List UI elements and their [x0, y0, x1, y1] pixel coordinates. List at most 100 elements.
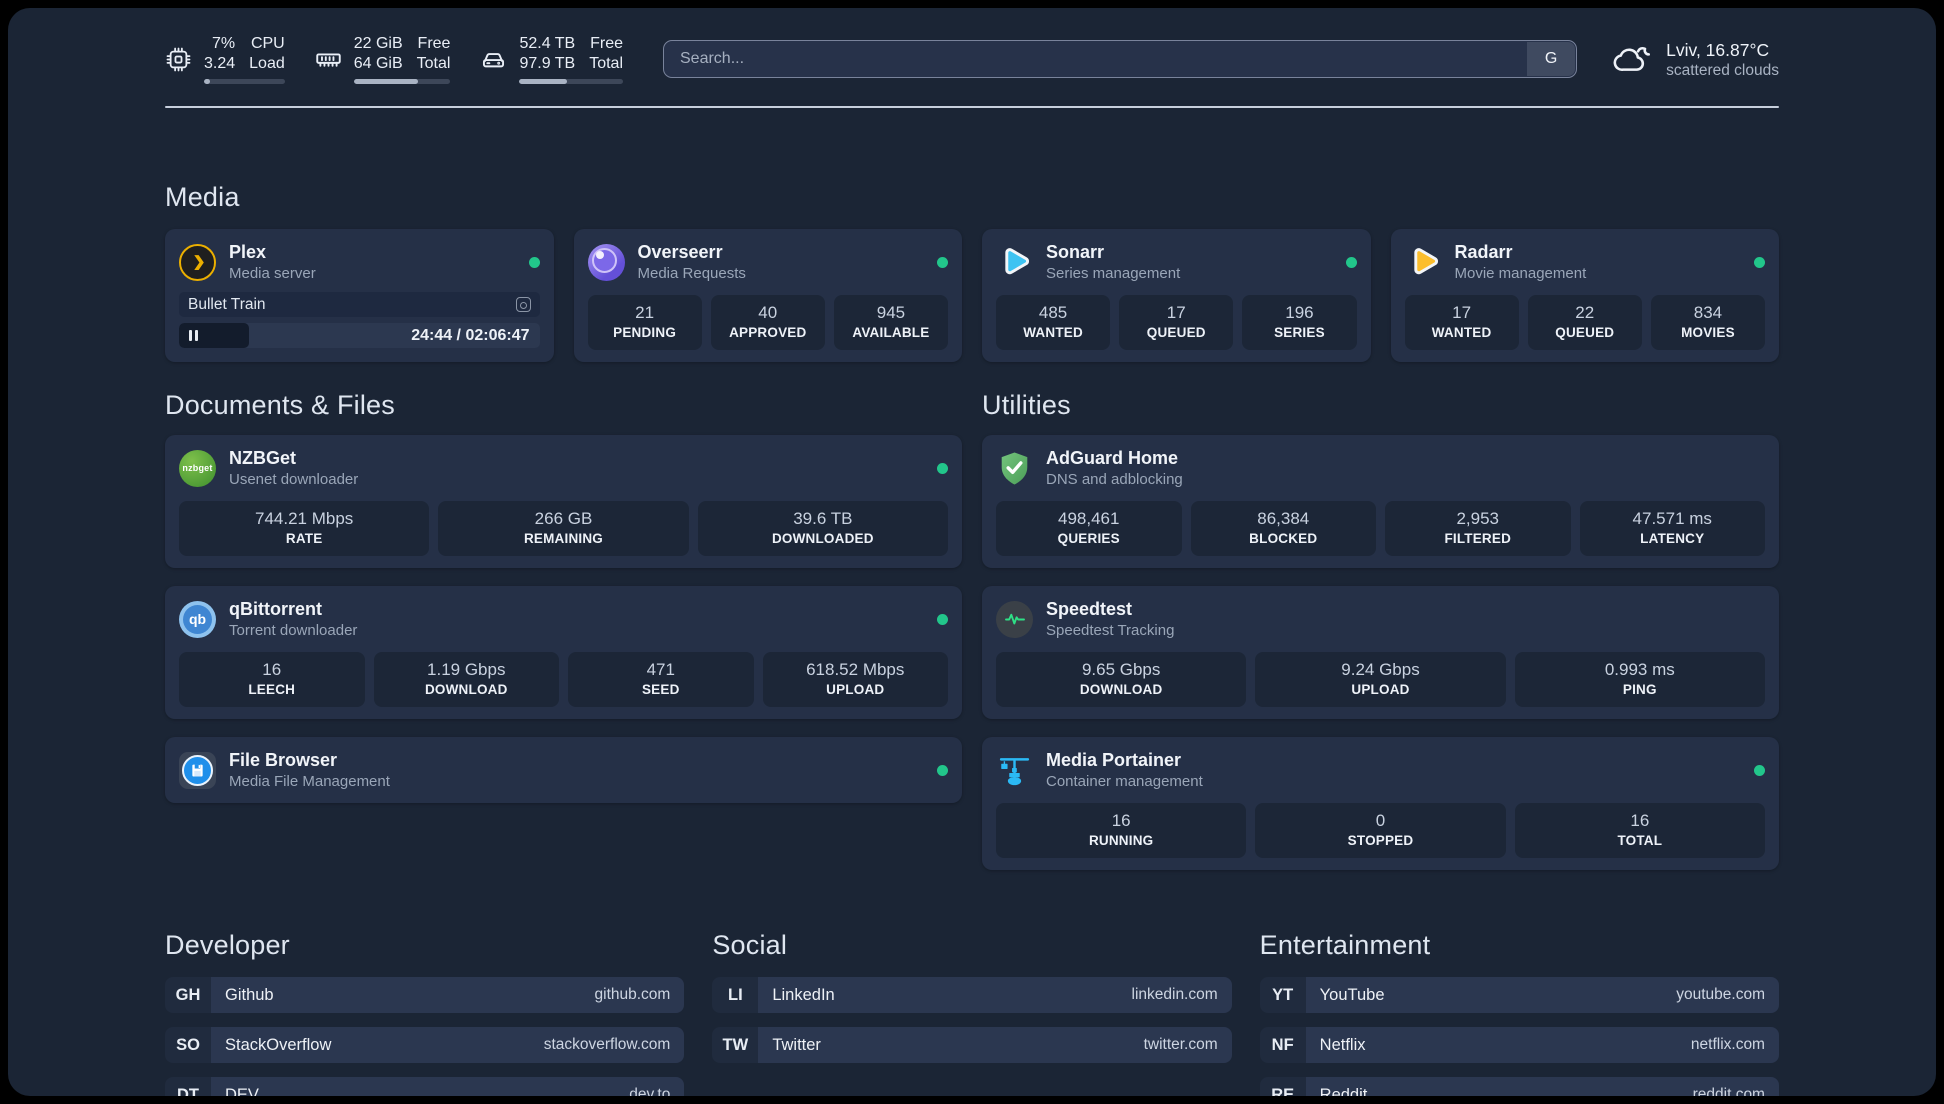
stat-wanted: 17 WANTED	[1404, 295, 1519, 350]
card-filebrowser[interactable]: File Browser Media File Management	[165, 737, 962, 803]
stat-seed: 471 SEED	[568, 652, 754, 707]
stat-ping: 0.993 ms PING	[1514, 652, 1765, 707]
cpu-widget: 7% 3.24 CPU Load	[165, 34, 285, 84]
card-portainer[interactable]: Media Portainer Container management 16 R…	[982, 737, 1779, 870]
bookmark-name: Twitter	[772, 1035, 821, 1054]
stat-queued: 17 QUEUED	[1119, 295, 1234, 350]
card-qbittorrent[interactable]: qb qBittorrent Torrent downloader 16 LEEC…	[165, 586, 962, 719]
plex-icon	[179, 243, 216, 281]
filebrowser-icon	[179, 751, 216, 789]
section-title-utilities: Utilities	[982, 390, 1071, 420]
resource-monitors: 7% 3.24 CPU Load 22 GiB 64 GiB Free Tota…	[165, 34, 623, 84]
search-bar: G	[663, 40, 1578, 78]
stat-upload: 618.52 Mbps UPLOAD	[762, 652, 948, 707]
bookmark-abbr: TW	[712, 1027, 759, 1063]
cpu-labels: CPU Load	[249, 35, 285, 72]
card-nzbget[interactable]: nzbget NZBGet Usenet downloader 744.21 M…	[165, 435, 962, 568]
status-dot	[937, 764, 948, 776]
stat-movies: 834 MOVIES	[1650, 295, 1766, 350]
bookmark-url: netflix.com	[1690, 1036, 1765, 1053]
card-title: Speedtest	[1046, 599, 1133, 619]
bookmark-url: dev.to	[629, 1086, 671, 1096]
disk-progress-bar	[519, 79, 623, 84]
disk-widget: 52.4 TB 97.9 TB Free Total	[480, 34, 623, 84]
speedtest-icon	[996, 600, 1033, 638]
bookmark-name: StackOverflow	[225, 1035, 332, 1054]
stat-queued: 22 QUEUED	[1527, 295, 1642, 350]
search-input[interactable]	[663, 40, 1578, 78]
bookmark-abbr: NF	[1259, 1027, 1306, 1063]
section-title-entertainment: Entertainment	[1259, 930, 1431, 960]
card-subtitle: Torrent downloader	[229, 622, 358, 639]
cpu-values: 7% 3.24	[204, 35, 236, 72]
now-playing-row: Bullet Train	[179, 292, 540, 317]
stat-blocked: 86,384 BLOCKED	[1190, 501, 1376, 556]
card-title: Plex	[229, 242, 267, 262]
section-title-documents: Documents & Files	[165, 390, 395, 420]
section-title-developer: Developer	[165, 930, 290, 960]
bookmark-linkedin[interactable]: LI LinkedIn linkedin.com	[712, 977, 1232, 1013]
bookmark-github[interactable]: GH Github github.com	[165, 977, 685, 1013]
section-media: Media Plex Media server Bullet Train 24:…	[165, 182, 1779, 362]
bookmark-url: youtube.com	[1676, 986, 1765, 1003]
bookmark-url: github.com	[594, 986, 671, 1003]
bookmark-netflix[interactable]: NF Netflix netflix.com	[1259, 1027, 1779, 1063]
bookmark-name: Github	[225, 985, 274, 1004]
card-speedtest[interactable]: Speedtest Speedtest Tracking 9.65 Gbps DO…	[982, 586, 1779, 719]
stat-wanted: 485 WANTED	[996, 295, 1111, 350]
bookmark-abbr: GH	[165, 977, 211, 1013]
top-bar: 7% 3.24 CPU Load 22 GiB 64 GiB Free Tota…	[165, 34, 1779, 84]
cpu-icon	[166, 47, 191, 71]
search-engine-button[interactable]: G	[1527, 42, 1576, 76]
card-subtitle: Speedtest Tracking	[1046, 622, 1175, 639]
portainer-icon	[996, 752, 1033, 789]
status-dot	[1754, 764, 1765, 776]
card-title: AdGuard Home	[1046, 448, 1179, 468]
card-subtitle: Media server	[229, 265, 316, 282]
weather-condition: scattered clouds	[1666, 61, 1779, 79]
bookmark-abbr: LI	[712, 977, 759, 1013]
card-adguard[interactable]: AdGuard Home DNS and adblocking 498,461 Q…	[982, 435, 1779, 568]
memory-values: 22 GiB 64 GiB	[353, 35, 403, 72]
section-title-social: Social	[712, 930, 788, 960]
cpu-progress-bar	[204, 79, 285, 84]
stat-approved: 40 APPROVED	[710, 295, 825, 350]
bookmark-youtube[interactable]: YT YouTube youtube.com	[1259, 977, 1779, 1013]
bookmark-abbr: DT	[165, 1077, 211, 1096]
bookmark-stackoverflow[interactable]: SO StackOverflow stackoverflow.com	[165, 1027, 685, 1063]
card-title: NZBGet	[229, 448, 296, 468]
playback-progress-bar: 24:44 / 02:06:47	[179, 323, 540, 348]
weather-widget: Lviv, 16.87°C scattered clouds	[1613, 39, 1779, 80]
bookmark-dev[interactable]: DT DEV dev.to	[165, 1077, 685, 1097]
bookmark-twitter[interactable]: TW Twitter twitter.com	[712, 1027, 1232, 1063]
memory-progress-bar	[353, 79, 451, 84]
bookmark-abbr: RE	[1259, 1077, 1306, 1096]
bookmark-reddit[interactable]: RE Reddit reddit.com	[1259, 1077, 1779, 1096]
card-subtitle: Usenet downloader	[229, 471, 359, 488]
stat-pending: 21 PENDING	[587, 295, 702, 350]
card-plex[interactable]: Plex Media server Bullet Train 24:44 / 0…	[165, 229, 554, 362]
card-radarr[interactable]: Radarr Movie management 17 WANTED 22 QUEUE…	[1390, 229, 1779, 362]
pause-icon	[189, 330, 198, 341]
section-social: Social LI LinkedIn linkedin.com TW Twitte…	[712, 930, 1232, 1063]
header-divider	[165, 106, 1779, 108]
card-title: File Browser	[229, 750, 338, 770]
card-title: Media Portainer	[1046, 750, 1182, 770]
stat-latency: 47.571 ms LATENCY	[1579, 501, 1765, 556]
card-subtitle: Media File Management	[229, 773, 390, 790]
dashboard-panel: 7% 3.24 CPU Load 22 GiB 64 GiB Free Tota…	[8, 8, 1936, 1096]
card-sonarr[interactable]: Sonarr Series management 485 WANTED 17 QUE…	[982, 229, 1371, 362]
section-utilities: Utilities AdGuard Home DNS and adblockin…	[982, 390, 1779, 870]
bookmark-name: DEV	[225, 1085, 259, 1097]
sonarr-icon	[996, 244, 1033, 281]
memory-labels: Free Total	[416, 35, 451, 72]
stat-total: 16 TOTAL	[1514, 803, 1765, 858]
bookmark-abbr: YT	[1259, 977, 1306, 1013]
status-dot	[937, 462, 948, 474]
stat-remaining: 266 GB REMAINING	[438, 501, 689, 556]
card-title: Radarr	[1454, 242, 1513, 262]
card-title: Sonarr	[1046, 242, 1105, 262]
overseerr-icon	[587, 243, 625, 281]
bookmark-name: LinkedIn	[772, 985, 835, 1004]
card-overseerr[interactable]: Overseerr Media Requests 21 PENDING 40 APP…	[573, 229, 962, 362]
